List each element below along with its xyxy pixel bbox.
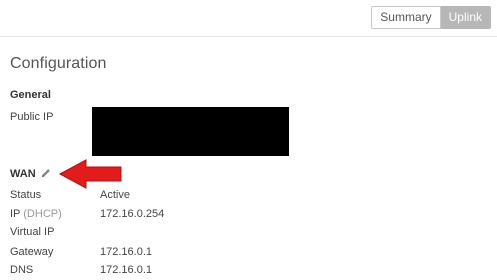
wan-section-title: WAN (10, 168, 36, 180)
tab-summary[interactable]: Summary (371, 6, 441, 29)
virtual-ip-label: Virtual IP (10, 226, 55, 238)
pencil-icon[interactable] (40, 167, 52, 179)
ip-label-dhcp: (DHCP) (23, 208, 62, 220)
ip-label-text: IP (10, 208, 21, 220)
gateway-label: Gateway (10, 246, 54, 258)
tab-uplink[interactable]: Uplink (440, 6, 491, 29)
status-value: Active (100, 189, 130, 201)
ip-label: IP (DHCP) (10, 208, 62, 220)
ip-value: 172.16.0.254 (100, 208, 165, 220)
public-ip-label: Public IP (10, 111, 54, 123)
status-label: Status (10, 189, 42, 201)
redacted-public-ip (92, 107, 289, 156)
red-arrow-annotation (58, 159, 122, 189)
top-bar: Summary Uplink (0, 0, 497, 37)
page-title: Configuration (10, 55, 107, 72)
dns-label: DNS (10, 264, 34, 276)
gateway-value: 172.16.0.1 (100, 246, 152, 258)
view-tabs: Summary Uplink (371, 6, 491, 29)
general-section-title: General (10, 89, 51, 101)
dns-value: 172.16.0.1 (100, 264, 152, 276)
